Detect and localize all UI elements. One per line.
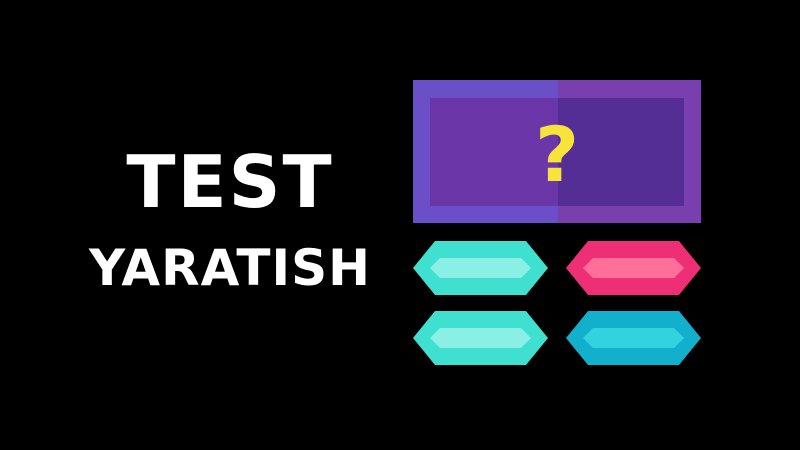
- title-line-yaratish: YARATISH: [89, 239, 371, 297]
- answer-option-highlight: [430, 328, 531, 348]
- answer-option-bottom-left: [413, 311, 548, 365]
- question-board: ?: [413, 80, 701, 223]
- answer-option-highlight: [583, 328, 684, 348]
- title-block: TEST YARATISH: [60, 140, 400, 298]
- answer-option-top-left: [413, 241, 548, 295]
- quiz-illustration: ?: [413, 80, 701, 365]
- quiz-question-icon: ?: [535, 110, 579, 199]
- title-line-test: TEST: [126, 140, 334, 224]
- answer-option-bottom-right: [566, 311, 701, 365]
- answer-option-top-right: [566, 241, 701, 295]
- answer-option-highlight: [430, 258, 531, 278]
- thumbnail-canvas: TEST YARATISH ?: [0, 0, 800, 450]
- answer-option-highlight: [583, 258, 684, 278]
